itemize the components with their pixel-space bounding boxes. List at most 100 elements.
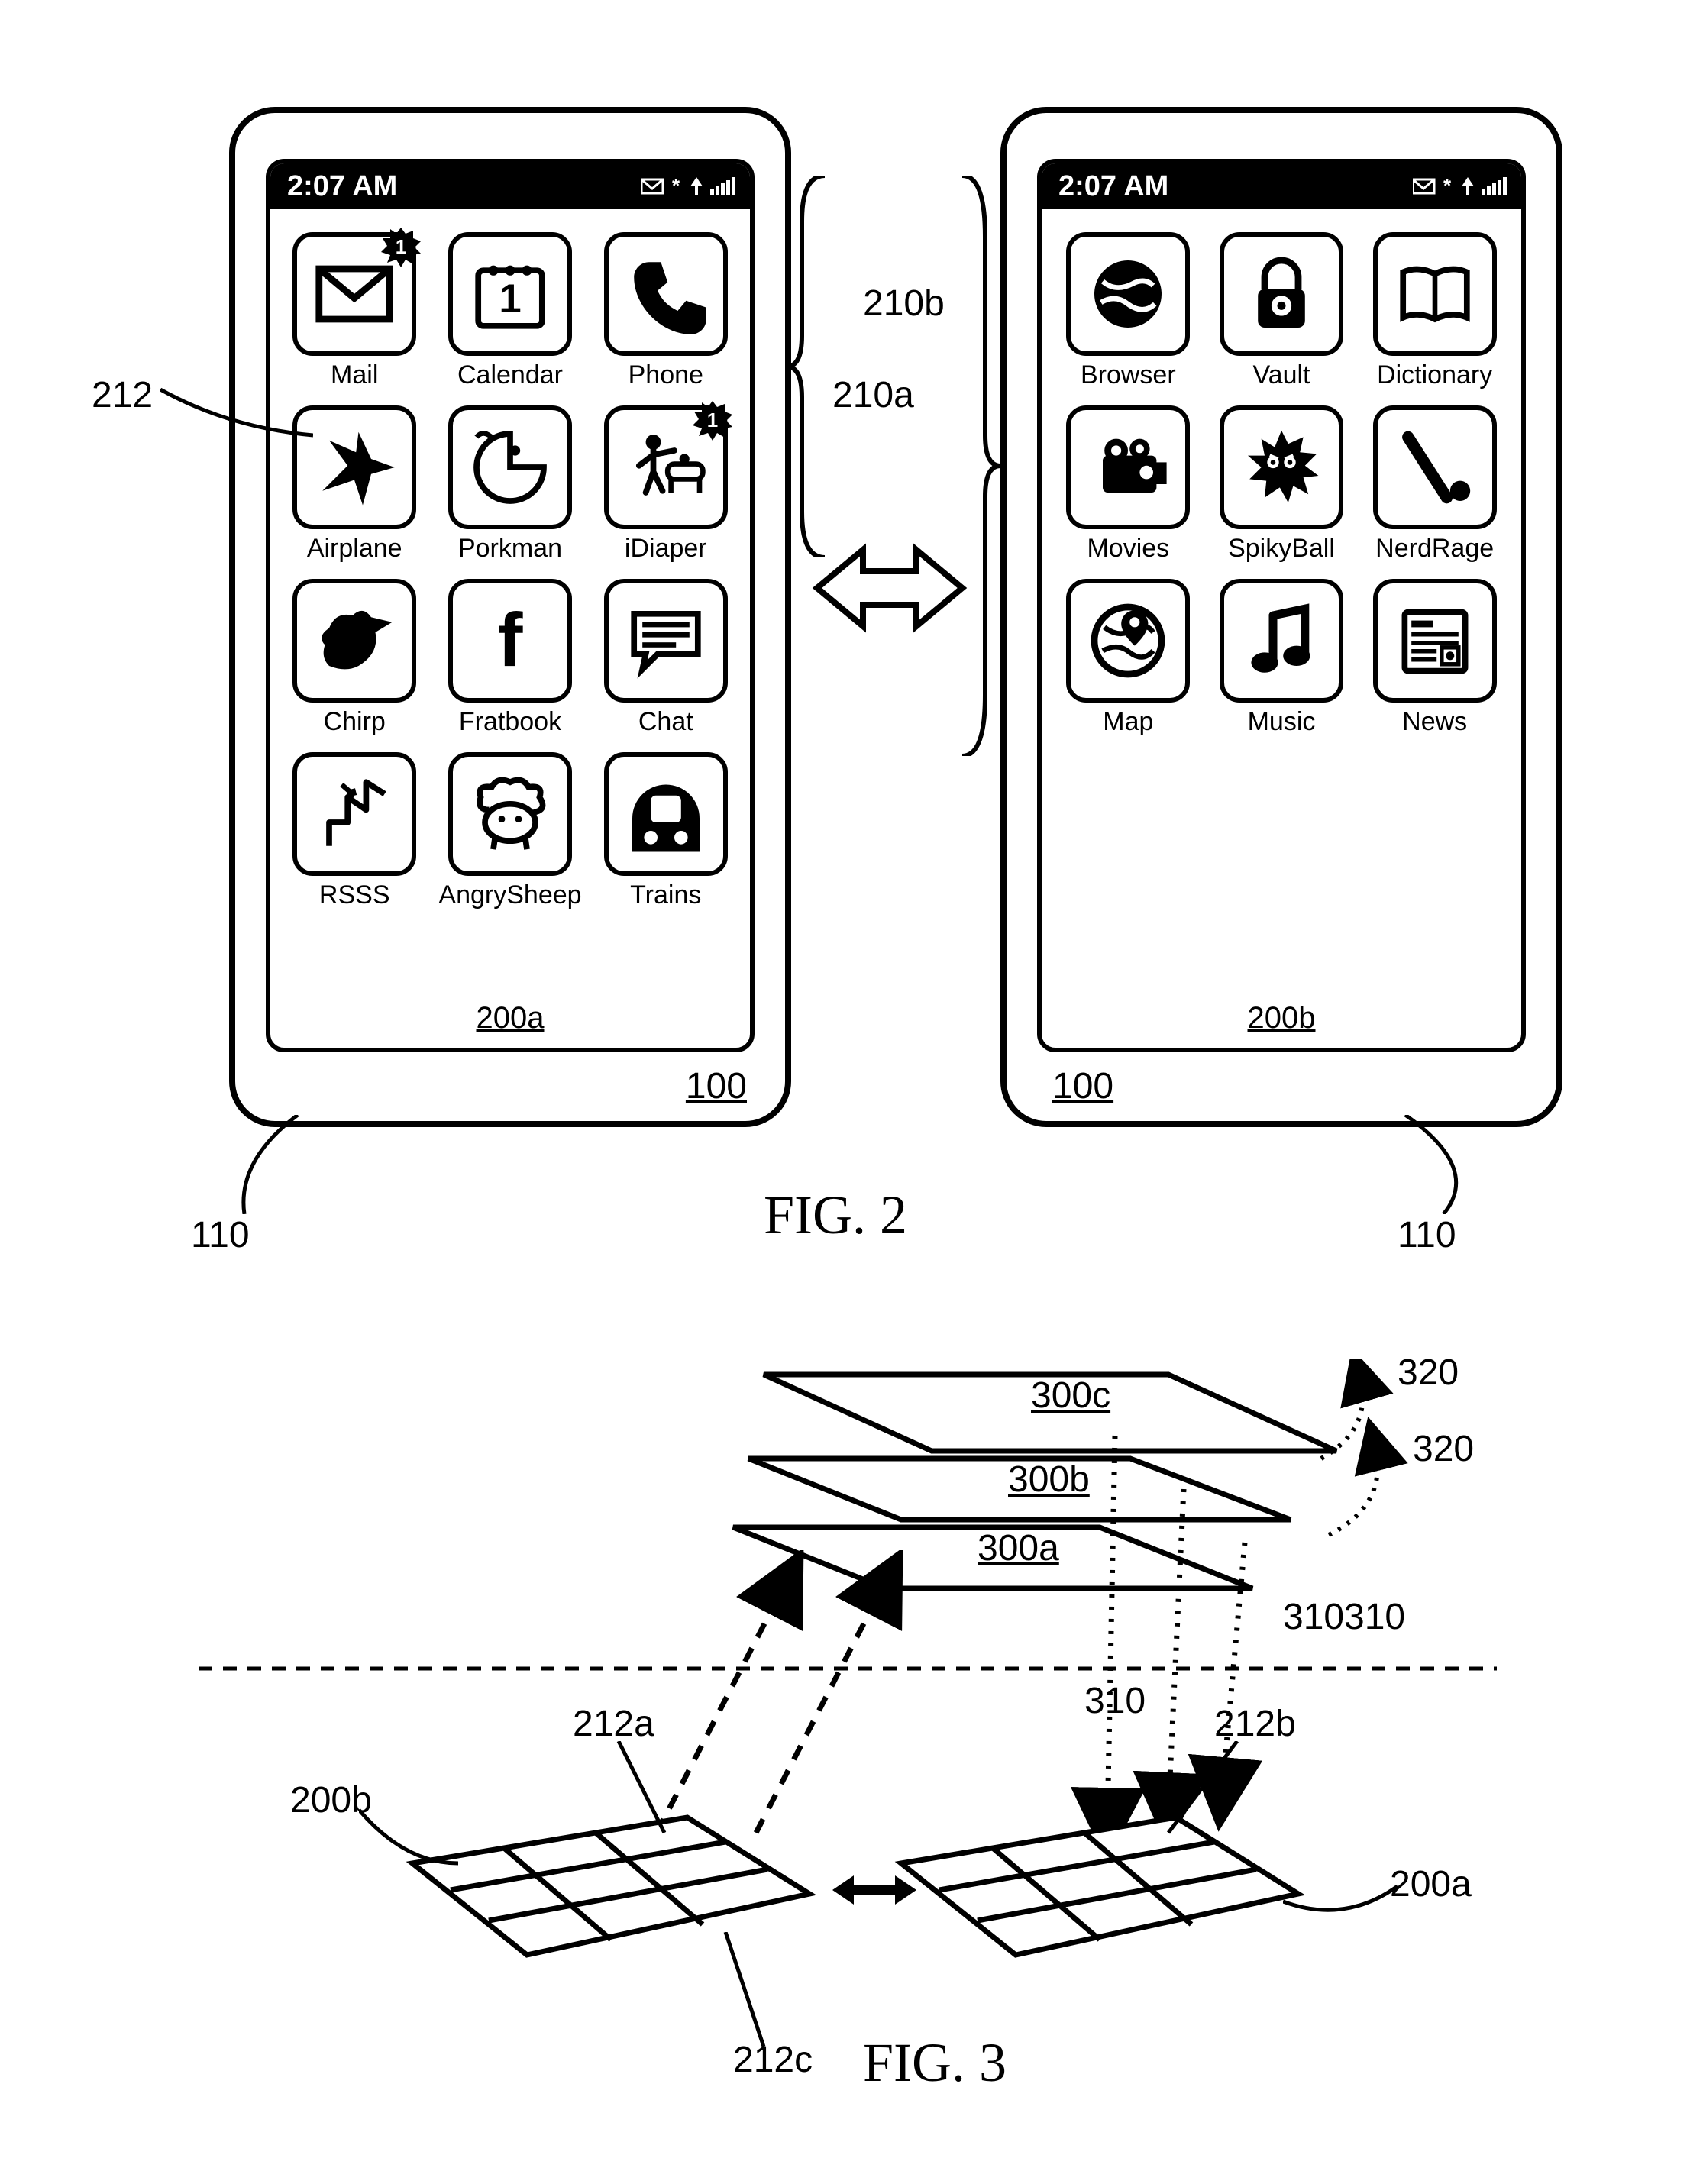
status-bar: 2:07 AM	[1042, 163, 1521, 209]
mail-icon: 1	[292, 232, 416, 356]
app-chat[interactable]: Chat	[602, 579, 730, 737]
chirp-icon	[292, 579, 416, 703]
app-calendar[interactable]: Calendar	[438, 232, 581, 390]
signal-arrow-icon	[690, 177, 703, 195]
app-phone[interactable]: Phone	[602, 232, 730, 390]
vault-icon	[1220, 232, 1343, 356]
home-screen-grid-a: 1 Mail Calendar Phone Airplane Porkman 1 iDiape…	[270, 218, 750, 924]
ref-310-1: 310	[1084, 1680, 1146, 1722]
phone-right: 2:07 AM Browser Vault Dictionary MoviesSpik…	[1000, 107, 1562, 1127]
app-label: Airplane	[307, 534, 402, 564]
app-label: Chirp	[324, 707, 386, 737]
ref-212b: 212b	[1214, 1703, 1296, 1745]
app-label: Calendar	[457, 360, 563, 390]
status-right-icons	[641, 176, 736, 196]
app-idiaper[interactable]: 1 iDiaper	[602, 405, 730, 564]
status-time: 2:07 AM	[287, 170, 397, 203]
phone-right-screen: 2:07 AM Browser Vault Dictionary MoviesSpik…	[1037, 159, 1526, 1052]
fig2-label: FIG. 2	[764, 1184, 907, 1247]
mail-indicator-icon	[1413, 176, 1436, 196]
grid-right	[871, 1772, 1329, 1970]
trains-icon	[604, 752, 728, 876]
swap-arrow-icon	[809, 535, 970, 641]
fig3-label: FIG. 3	[863, 2031, 1007, 2095]
app-label: Browser	[1081, 360, 1176, 390]
app-movies[interactable]: Movies	[1062, 405, 1195, 564]
app-label: Mail	[331, 360, 378, 390]
app-nerdrage[interactable]: NerdRage	[1368, 405, 1501, 564]
spikyball-icon	[1220, 405, 1343, 529]
ref-212: 212	[92, 374, 153, 416]
app-news[interactable]: News	[1368, 579, 1501, 737]
ref-210a: 210a	[832, 374, 914, 416]
ref-200a: 200a	[1390, 1863, 1472, 1905]
ref-300c: 300c	[1031, 1375, 1110, 1417]
app-label: News	[1402, 707, 1467, 737]
leader-200a	[1283, 1879, 1398, 1924]
app-label: Fratbook	[459, 707, 561, 737]
ref-320-2: 320	[1413, 1428, 1474, 1470]
porkman-icon	[448, 405, 572, 529]
app-label: Trains	[630, 880, 701, 910]
app-label: Phone	[629, 360, 703, 390]
leader-110-left	[229, 1115, 305, 1214]
app-browser[interactable]: Browser	[1062, 232, 1195, 390]
chat-icon	[604, 579, 728, 703]
fig3: 300c 300b 300a 320 320 310 310 3	[199, 1344, 1497, 2108]
app-angrysheep[interactable]: AngrySheep	[438, 752, 581, 910]
app-map[interactable]: Map	[1062, 579, 1195, 737]
music-icon	[1220, 579, 1343, 703]
leader-200b	[359, 1802, 458, 1871]
app-vault[interactable]: Vault	[1215, 232, 1349, 390]
nerdrage-icon	[1373, 405, 1497, 529]
app-porkman[interactable]: Porkman	[438, 405, 581, 564]
ref-310-2: 310	[1283, 1596, 1344, 1638]
ref-200a: 200a	[477, 1001, 545, 1035]
brace-210a	[787, 176, 832, 557]
ref-210b: 210b	[863, 283, 945, 325]
app-label: Chat	[638, 707, 693, 737]
app-label: Dictionary	[1377, 360, 1492, 390]
signal-bars-icon	[1482, 177, 1507, 195]
home-screen-grid-b: Browser Vault Dictionary MoviesSpikyBallNer…	[1042, 218, 1521, 751]
status-time: 2:07 AM	[1058, 170, 1168, 203]
mail-indicator-icon	[641, 176, 664, 196]
ref-100-left: 100	[686, 1065, 747, 1107]
brace-210b	[955, 176, 1000, 756]
svg-text:1: 1	[396, 235, 406, 258]
app-label: RSSS	[319, 880, 390, 910]
grids-swap-arrow-icon	[832, 1871, 916, 1909]
patent-figure-page: 2:07 AM 1 Mail Calendar Phone Airplane Porkma…	[0, 0, 1703, 2184]
app-rsss[interactable]: RSSS	[290, 752, 418, 910]
app-label: Map	[1103, 707, 1153, 737]
ref-200b: 200b	[1248, 1001, 1316, 1035]
phone-left-screen: 2:07 AM 1 Mail Calendar Phone Airplane Porkma…	[266, 159, 755, 1052]
leader-212a	[611, 1741, 672, 1840]
ref-110-left: 110	[191, 1214, 250, 1256]
leader-110-right	[1398, 1115, 1489, 1214]
map-icon	[1066, 579, 1190, 703]
notification-badge: 1	[691, 399, 734, 442]
app-music[interactable]: Music	[1215, 579, 1349, 737]
app-chirp[interactable]: Chirp	[290, 579, 418, 737]
app-trains[interactable]: Trains	[602, 752, 730, 910]
ref-212a: 212a	[573, 1703, 654, 1745]
app-label: AngrySheep	[438, 880, 581, 910]
angrysheep-icon	[448, 752, 572, 876]
leader-212	[160, 382, 313, 451]
ref-320-1: 320	[1398, 1352, 1459, 1394]
svg-text:1: 1	[707, 409, 718, 431]
signal-arrow-icon	[1462, 177, 1474, 195]
asterisk-icon	[672, 177, 683, 195]
app-spikyball[interactable]: SpikyBall	[1215, 405, 1349, 564]
app-mail[interactable]: 1 Mail	[290, 232, 418, 390]
asterisk-icon	[1443, 177, 1454, 195]
calendar-icon	[448, 232, 572, 356]
app-fratbook[interactable]: Fratbook	[438, 579, 581, 737]
movies-icon	[1066, 405, 1190, 529]
browser-icon	[1066, 232, 1190, 356]
dictionary-icon	[1373, 232, 1497, 356]
app-label: iDiaper	[625, 534, 707, 564]
app-label: Porkman	[458, 534, 562, 564]
app-dictionary[interactable]: Dictionary	[1368, 232, 1501, 390]
